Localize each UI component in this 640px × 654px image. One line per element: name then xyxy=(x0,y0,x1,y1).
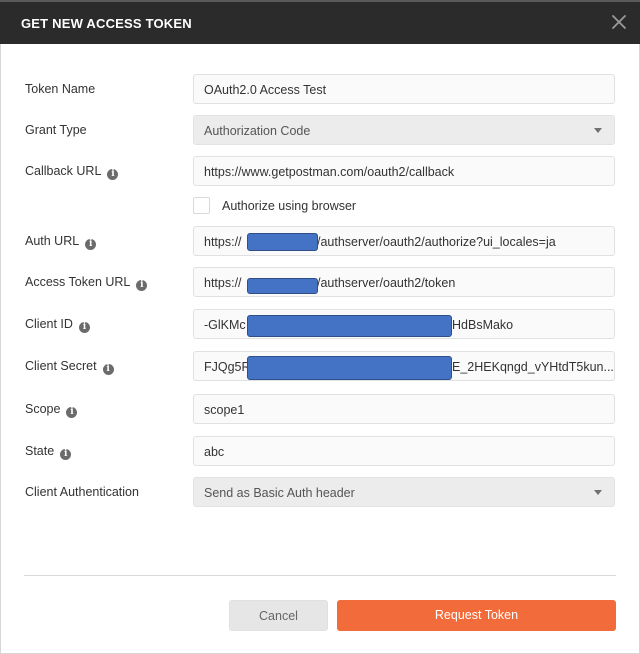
scope-input[interactable]: scope1 xyxy=(193,394,615,424)
token-name-value: OAuth2.0 Access Test xyxy=(204,83,327,97)
client-auth-value: Send as Basic Auth header xyxy=(204,486,355,500)
grant-type-value: Authorization Code xyxy=(204,124,311,138)
auth-url-label-text: Auth URL xyxy=(25,234,80,248)
auth-url-suffix: /authserver/oauth2/authorize?ui_locales=… xyxy=(317,235,556,249)
scope-value: scope1 xyxy=(204,403,245,417)
client-secret-label: Client Secret i xyxy=(25,359,114,375)
state-row: State i abc xyxy=(0,436,640,468)
request-token-button[interactable]: Request Token xyxy=(337,600,616,631)
client-id-input[interactable]: -GlKMc HdBsMako xyxy=(193,309,615,339)
info-icon[interactable]: i xyxy=(60,449,72,460)
auth-url-prefix: https:// xyxy=(204,235,242,249)
chevron-down-icon xyxy=(594,128,602,133)
scope-row: Scope i scope1 xyxy=(0,394,640,426)
cancel-button[interactable]: Cancel xyxy=(229,600,328,631)
client-id-label: Client ID i xyxy=(25,317,90,333)
callback-url-input[interactable]: https://www.getpostman.com/oauth2/callba… xyxy=(193,156,615,186)
client-secret-row: Client Secret i FJQg5R E_2HEKqngd_vYHtdT5… xyxy=(0,351,640,383)
callback-url-label-text: Callback URL xyxy=(25,164,102,178)
chevron-down-icon xyxy=(594,490,602,495)
auth-url-label: Auth URL i xyxy=(25,234,97,250)
state-label: State i xyxy=(25,444,72,460)
info-icon[interactable]: i xyxy=(136,280,148,291)
client-auth-row: Client Authentication Send as Basic Auth… xyxy=(0,477,640,509)
state-value: abc xyxy=(204,445,225,459)
grant-type-label: Grant Type xyxy=(25,123,87,137)
client-id-suffix: HdBsMako xyxy=(452,318,514,332)
footer-divider xyxy=(24,575,616,576)
redaction-box xyxy=(247,233,318,251)
authorize-browser-checkbox[interactable] xyxy=(193,197,210,214)
redaction-box xyxy=(247,315,452,337)
client-auth-label: Client Authentication xyxy=(25,485,139,499)
client-id-label-text: Client ID xyxy=(25,317,73,331)
info-icon[interactable]: i xyxy=(102,364,114,375)
token-name-row: Token Name OAuth2.0 Access Test xyxy=(0,74,640,106)
info-icon[interactable]: i xyxy=(78,322,90,333)
token-name-label: Token Name xyxy=(25,82,96,96)
state-label-text: State xyxy=(25,444,55,458)
client-id-row: Client ID i -GlKMc HdBsMako xyxy=(0,309,640,341)
info-icon[interactable]: i xyxy=(85,239,97,250)
callback-url-value: https://www.getpostman.com/oauth2/callba… xyxy=(204,165,455,179)
access-token-url-label-text: Access Token URL xyxy=(25,275,131,289)
close-icon[interactable] xyxy=(608,11,630,33)
access-token-url-input[interactable]: https:// /authserver/oauth2/token xyxy=(193,267,615,297)
info-icon[interactable]: i xyxy=(66,407,78,418)
auth-url-input[interactable]: https:// /authserver/oauth2/authorize?ui… xyxy=(193,226,615,256)
dialog-title: GET NEW ACCESS TOKEN xyxy=(21,16,192,31)
access-token-dialog: GET NEW ACCESS TOKEN Token Name OAuth2.0… xyxy=(0,0,640,654)
client-secret-suffix: E_2HEKqngd_vYHtdT5kun... xyxy=(452,360,614,374)
scope-label: Scope i xyxy=(25,402,78,418)
callback-url-label: Callback URL i xyxy=(25,164,119,180)
client-id-prefix: -GlKMc xyxy=(204,318,246,332)
client-secret-prefix: FJQg5R xyxy=(204,360,251,374)
dialog-header: GET NEW ACCESS TOKEN xyxy=(0,0,640,44)
token-name-input[interactable]: OAuth2.0 Access Test xyxy=(193,74,615,104)
state-input[interactable]: abc xyxy=(193,436,615,466)
grant-type-row: Grant Type Authorization Code xyxy=(0,115,640,147)
grant-type-select[interactable]: Authorization Code xyxy=(193,115,615,145)
info-icon[interactable]: i xyxy=(107,169,119,180)
access-token-url-suffix: /authserver/oauth2/token xyxy=(317,276,456,290)
client-secret-input[interactable]: FJQg5R E_2HEKqngd_vYHtdT5kun... xyxy=(193,351,615,381)
access-token-url-prefix: https:// xyxy=(204,276,242,290)
authorize-browser-label: Authorize using browser xyxy=(222,199,357,213)
redaction-box xyxy=(247,356,452,380)
scope-label-text: Scope xyxy=(25,402,61,416)
callback-url-row: Callback URL i https://www.getpostman.com… xyxy=(0,156,640,188)
client-auth-select[interactable]: Send as Basic Auth header xyxy=(193,477,615,507)
client-secret-label-text: Client Secret xyxy=(25,359,97,373)
access-token-url-row: Access Token URL i https:// /authserver/o… xyxy=(0,267,640,299)
access-token-url-label: Access Token URL i xyxy=(25,275,148,291)
redaction-box xyxy=(247,278,318,294)
auth-url-row: Auth URL i https:// /authserver/oauth2/au… xyxy=(0,226,640,258)
